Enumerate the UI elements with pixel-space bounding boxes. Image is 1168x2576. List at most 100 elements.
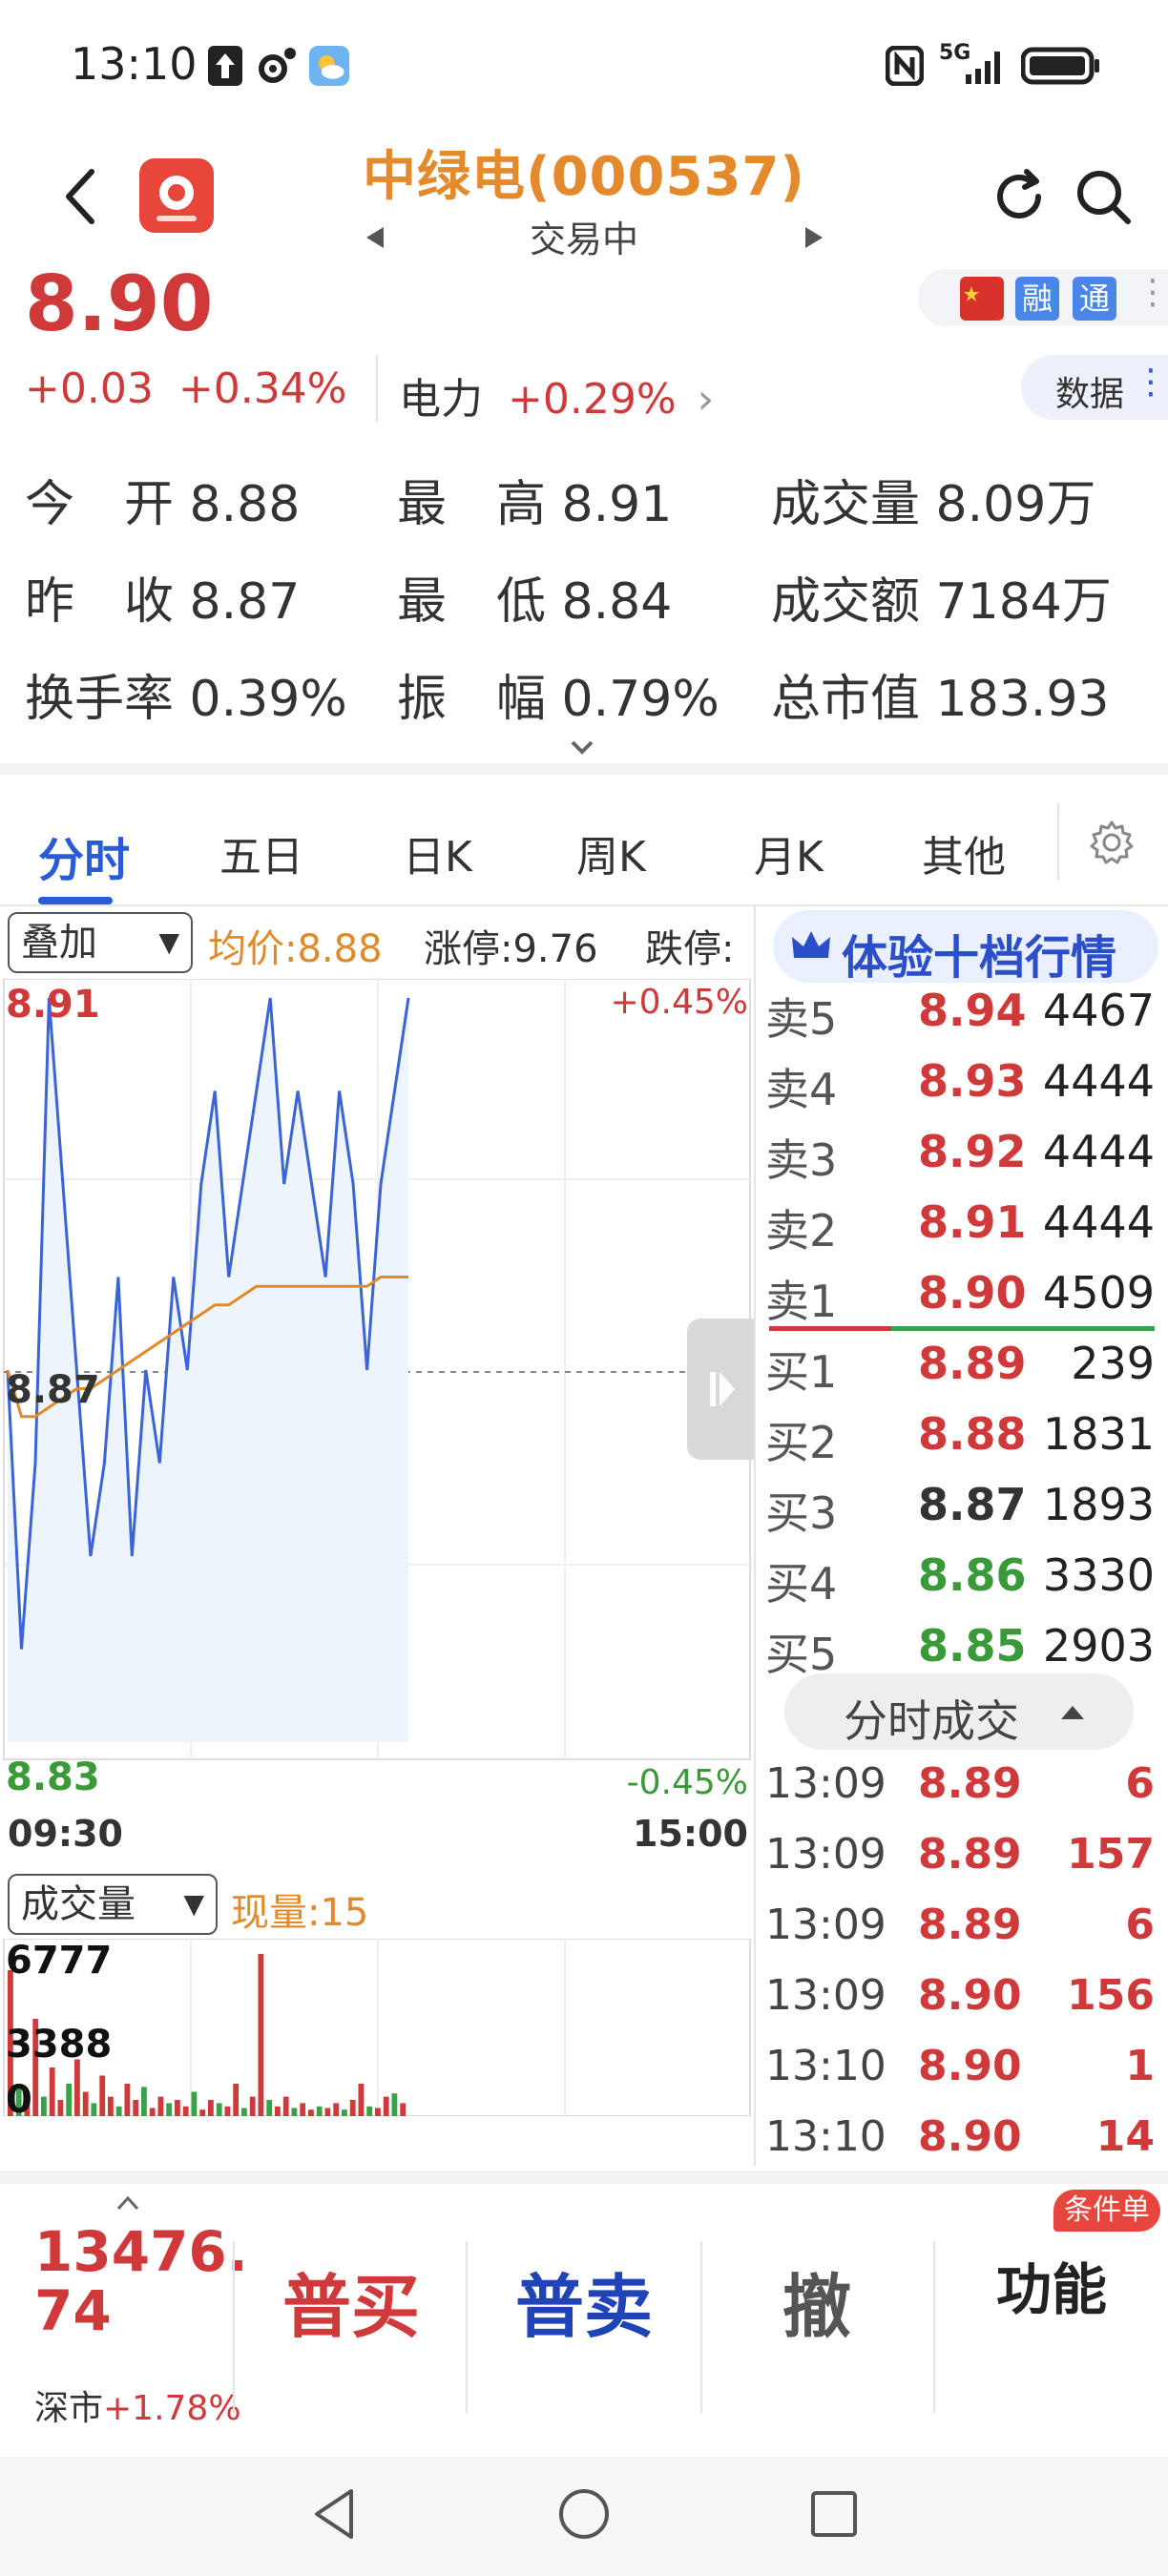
bid-row[interactable]: 买4 8.86 3330 <box>756 1549 1168 1620</box>
connect-tag[interactable]: 通 <box>1073 277 1116 321</box>
limit-down: 跌停: <box>645 927 735 971</box>
stat-high: 最 高 8.91 <box>397 476 673 533</box>
caret-up-icon <box>1061 1706 1084 1719</box>
bid-row[interactable]: 买3 8.87 1893 <box>756 1479 1168 1549</box>
condition-order-badge[interactable]: 条件单 <box>1053 2190 1160 2232</box>
bid-row[interactable]: 买2 8.88 1831 <box>756 1408 1168 1479</box>
tab-other[interactable]: 其他 <box>922 822 1006 883</box>
refresh-icon[interactable] <box>989 166 1050 227</box>
weather-app-icon <box>309 46 349 86</box>
stat-amplitude: 振 幅 0.79% <box>397 671 720 728</box>
nav-recents-icon[interactable] <box>805 2485 863 2543</box>
volume-bar <box>99 2075 106 2116</box>
tab-five-day[interactable]: 五日 <box>219 822 303 883</box>
volume-bar <box>266 2100 273 2116</box>
volume-bar <box>115 2106 122 2116</box>
index-info: 深市+1.78% <box>34 2389 241 2428</box>
expand-chevron-icon[interactable] <box>569 738 595 758</box>
action-divider <box>466 2241 468 2413</box>
tab-divider <box>1057 803 1059 880</box>
stat-turnover-amount: 成交额 7184万 <box>771 573 1112 631</box>
tab-monthly-k[interactable]: 月K <box>754 822 824 883</box>
ask-strength-bar <box>769 1326 891 1331</box>
nfc-icon <box>886 46 924 86</box>
settings-gear-icon[interactable] <box>1088 819 1136 866</box>
tab-daily-k[interactable]: 日K <box>403 822 472 883</box>
signal-icon <box>966 52 1000 84</box>
more-icon: ⋮ <box>1134 363 1168 402</box>
stat-turnover-rate: 换手率 0.39% <box>25 671 347 728</box>
volume-bar <box>49 2067 55 2116</box>
x-start-label: 09:30 <box>8 1813 123 1855</box>
more-icon[interactable]: ⋮ <box>1136 273 1168 312</box>
limit-up: 涨停:9.76 <box>424 927 598 971</box>
margin-tag[interactable]: 融 <box>1015 277 1059 321</box>
volume-bar <box>149 2108 156 2116</box>
pct-min-label: -0.45% <box>626 1763 748 1802</box>
volume-bar <box>400 2103 407 2116</box>
sector-change: +0.29% <box>508 375 677 424</box>
functions-button[interactable]: 功能 <box>996 2245 1107 2325</box>
volume-bar <box>233 2084 240 2116</box>
current-volume: 现量:15 <box>231 1891 369 1935</box>
upload-icon <box>208 46 242 86</box>
volume-bar <box>300 2103 306 2116</box>
volume-zero-label: 0 <box>6 2078 32 2122</box>
china-flag-icon <box>960 277 1004 321</box>
ask-row[interactable]: 卖2 8.91 4444 <box>756 1196 1168 1267</box>
trade-row: 13:09 8.89 157 <box>765 1830 1155 1879</box>
stat-open: 今 开 8.88 <box>25 476 301 533</box>
index-value[interactable]: 13476. 74 <box>34 2222 248 2340</box>
expand-orderbook-handle[interactable] <box>687 1319 754 1460</box>
sell-button[interactable]: 普卖 <box>515 2251 653 2351</box>
tab-weekly-k[interactable]: 周K <box>576 822 646 883</box>
action-divider <box>233 2241 235 2413</box>
tab-intraday[interactable]: 分时 <box>38 822 130 889</box>
volume-bar <box>66 2084 73 2116</box>
price-change-value: +0.03 <box>25 364 154 413</box>
ask-row[interactable]: 卖3 8.92 4444 <box>756 1126 1168 1196</box>
cancel-button[interactable]: 撤 <box>782 2251 851 2351</box>
x-end-label: 15:00 <box>633 1813 748 1855</box>
trade-row: 13:09 8.89 6 <box>765 1759 1155 1808</box>
trade-row: 13:10 8.90 1 <box>765 2042 1155 2090</box>
volume-chart[interactable] <box>0 1939 754 2116</box>
action-divider <box>700 2241 702 2413</box>
caret-up-icon <box>116 2195 139 2211</box>
sector-link[interactable]: 电力 +0.29% › <box>399 364 714 426</box>
ask-row[interactable]: 卖5 8.94 4467 <box>756 985 1168 1055</box>
bid-row[interactable]: 买1 8.89 239 <box>756 1338 1168 1408</box>
trade-row: 13:09 8.90 156 <box>765 1971 1155 2020</box>
volume-bar <box>208 2100 214 2116</box>
trades-toggle-button[interactable]: 分时成交 <box>784 1673 1134 1750</box>
data-button[interactable]: 数据 ⋮ <box>1021 355 1168 420</box>
buy-button[interactable]: 普买 <box>282 2251 420 2351</box>
tab-active-indicator <box>38 897 113 904</box>
price-chart[interactable] <box>0 979 754 1771</box>
order-book: 体验十档行情 卖5 8.94 4467 卖4 8.93 4444 卖3 8.92 4444 … <box>756 906 1168 2161</box>
overlay-select[interactable]: 叠加 ▼ <box>8 912 193 973</box>
price-change-pct: +0.34% <box>177 364 347 413</box>
status-bar: 13:10 5G <box>0 0 1168 134</box>
next-stock-arrow-icon[interactable] <box>803 225 826 250</box>
price-divider <box>376 355 378 422</box>
search-icon[interactable] <box>1073 166 1134 227</box>
volume-bar <box>391 2093 398 2116</box>
volume-select[interactable]: 成交量 ▼ <box>8 1874 218 1935</box>
ask-row[interactable]: 卖4 8.93 4444 <box>756 1055 1168 1126</box>
volume-bar <box>342 2109 347 2116</box>
volume-bar <box>41 2096 47 2116</box>
nav-home-icon[interactable] <box>555 2485 613 2543</box>
stat-market-cap: 总市值 183.93 <box>771 671 1110 728</box>
upgrade-level10-button[interactable]: 体验十档行情 <box>773 910 1158 985</box>
volume-bar <box>375 2108 381 2116</box>
panel-divider <box>754 906 756 2166</box>
volume-bar <box>249 2096 256 2116</box>
volume-bar <box>166 2103 173 2116</box>
chevron-right-icon: › <box>697 375 715 424</box>
nav-back-icon[interactable] <box>307 2485 365 2543</box>
volume-bar <box>91 2103 97 2116</box>
status-time: 13:10 <box>71 38 198 90</box>
volume-bar <box>57 2100 64 2116</box>
stat-volume: 成交量 8.09万 <box>771 476 1096 533</box>
